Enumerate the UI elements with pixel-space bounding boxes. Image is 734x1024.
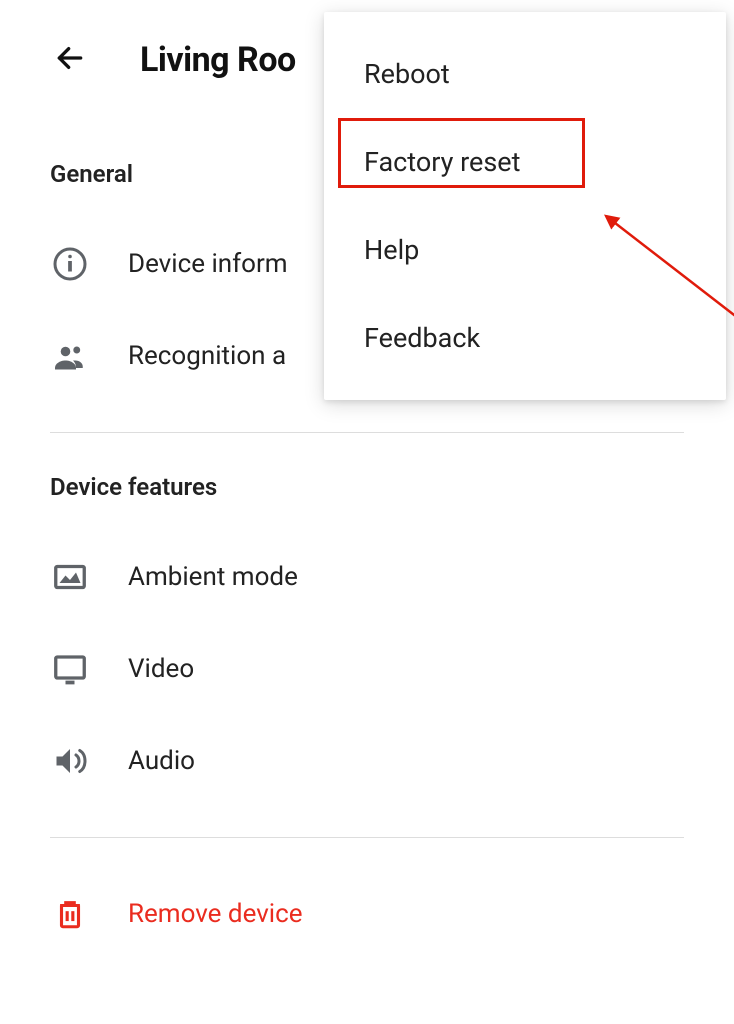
item-label: Recognition a <box>128 341 286 371</box>
divider <box>50 837 684 838</box>
menu-item-reboot[interactable]: Reboot <box>324 30 726 118</box>
menu-item-feedback[interactable]: Feedback <box>324 294 726 382</box>
photo-icon <box>50 557 90 597</box>
trash-icon <box>50 894 90 934</box>
arrow-left-icon <box>54 42 86 78</box>
page-title: Living Roo <box>140 40 296 80</box>
item-label: Audio <box>128 746 195 776</box>
divider <box>50 432 684 433</box>
item-remove-device[interactable]: Remove device <box>0 868 734 960</box>
item-label: Ambient mode <box>128 562 298 592</box>
overflow-menu: Reboot Factory reset Help Feedback <box>324 12 726 400</box>
item-label: Video <box>128 654 194 684</box>
people-icon <box>50 336 90 376</box>
menu-item-factory-reset[interactable]: Factory reset <box>324 118 726 206</box>
info-icon <box>50 244 90 284</box>
item-ambient-mode[interactable]: Ambient mode <box>0 531 734 623</box>
item-audio[interactable]: Audio <box>0 715 734 807</box>
section-device-features-label: Device features <box>0 463 734 531</box>
item-label: Remove device <box>128 899 303 929</box>
speaker-icon <box>50 741 90 781</box>
menu-item-help[interactable]: Help <box>324 206 726 294</box>
item-label: Device inform <box>128 249 288 279</box>
back-button[interactable] <box>50 40 90 80</box>
item-video[interactable]: Video <box>0 623 734 715</box>
monitor-icon <box>50 649 90 689</box>
